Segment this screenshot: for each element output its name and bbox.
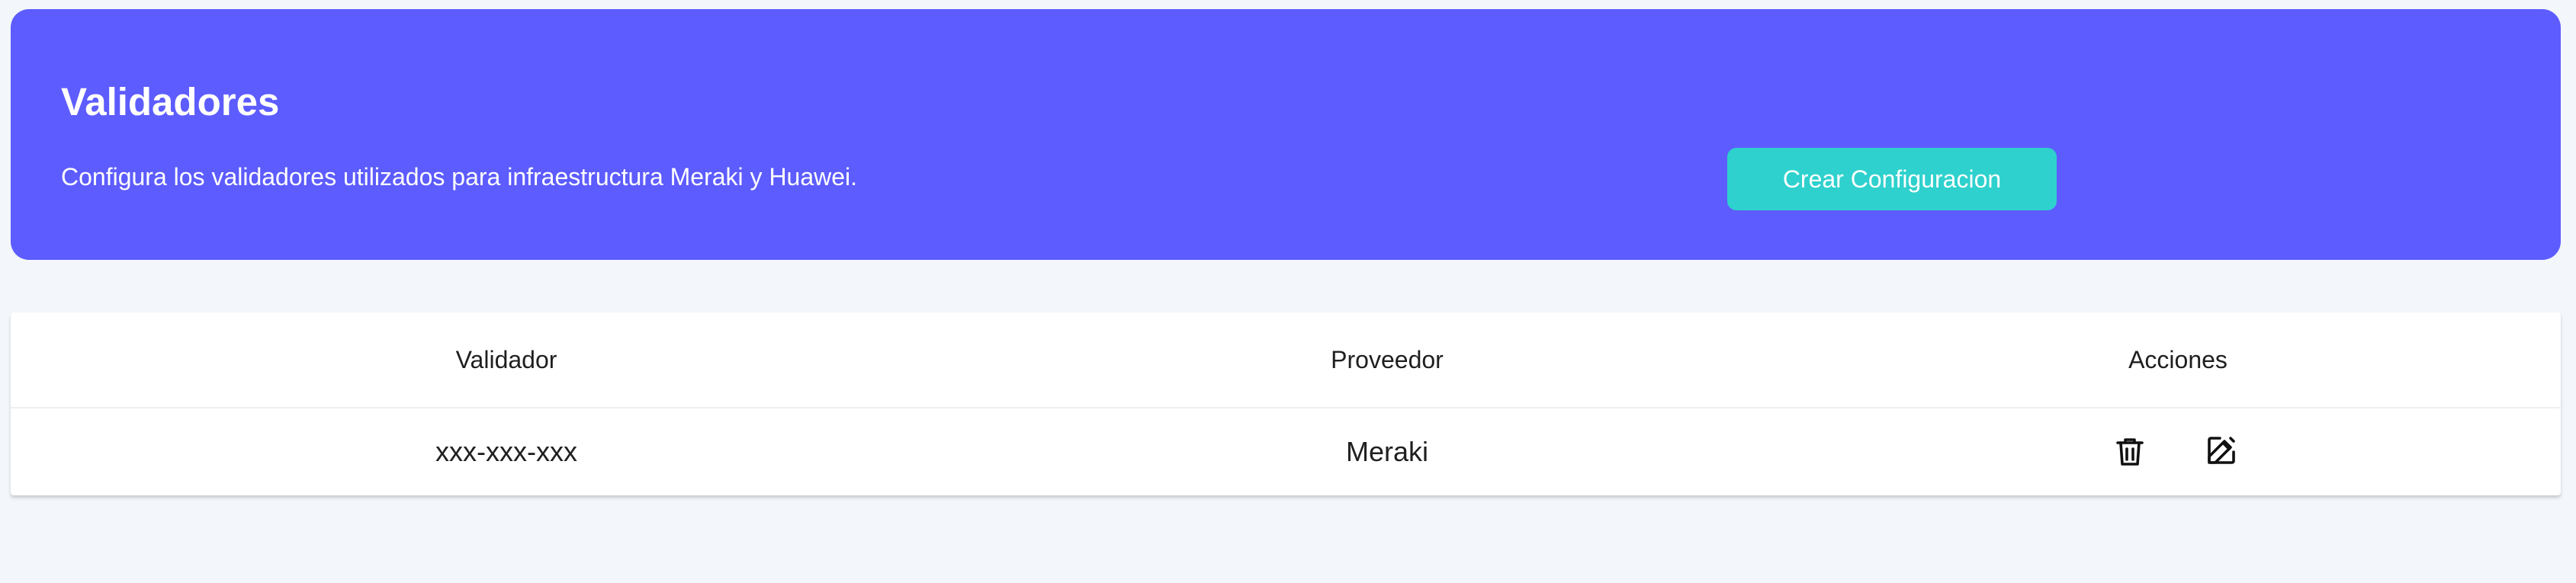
proveedor-cell: Meraki xyxy=(1345,436,1429,467)
page-header-banner: Validadores Configura los validadores ut… xyxy=(11,9,2561,260)
validators-table: Validador Proveedor Acciones xxx-xxx-xxx… xyxy=(11,312,2561,495)
column-header-proveedor: Proveedor xyxy=(1331,346,1444,373)
table-header: Validador Proveedor Acciones xyxy=(11,312,2561,408)
edit-button[interactable] xyxy=(2201,430,2242,471)
table-row: xxx-xxx-xxx Meraki xyxy=(11,408,2561,495)
pencil-edit-icon xyxy=(2208,437,2235,464)
trash-icon xyxy=(2116,438,2144,466)
page-description: Configura los validadores utilizados par… xyxy=(61,163,858,191)
page-title: Validadores xyxy=(61,80,280,123)
delete-button[interactable] xyxy=(2109,431,2150,472)
create-configuration-button[interactable]: Crear Configuracion xyxy=(1727,148,2057,210)
column-header-validador: Validador xyxy=(455,346,557,373)
column-header-acciones: Acciones xyxy=(2128,346,2228,373)
validador-cell: xxx-xxx-xxx xyxy=(435,436,577,467)
